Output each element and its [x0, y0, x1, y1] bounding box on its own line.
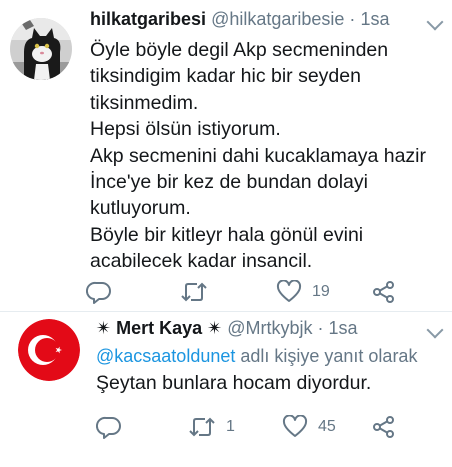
reply-context: @kacsaatoldunet adlı kişiye yanıt olarak	[96, 344, 417, 368]
caret-down-icon[interactable]	[426, 13, 444, 31]
tweet-text-line: Hepsi ölsün istiyorum.	[90, 118, 281, 141]
separator-dot: ·	[317, 318, 324, 338]
share-icon	[373, 416, 394, 438]
like-icon	[276, 280, 302, 302]
tweet-text-line: Akp secmenini dahi kucaklamaya hazir	[90, 144, 426, 167]
like-button[interactable]: 19	[276, 279, 330, 305]
share-button[interactable]	[372, 279, 396, 305]
tweet-1-header: hilkatgaribesi @hilkatgaribesie · 1sa	[90, 8, 389, 30]
tweet-2-header: ✴ Mert Kaya ✴ @Mrtkybjk · 1sa	[96, 317, 358, 339]
share-button[interactable]	[372, 414, 396, 440]
tweet-text-line: Şeytan bunlara hocam diyordur.	[96, 372, 372, 394]
display-name[interactable]: hilkatgaribesi	[90, 9, 206, 29]
avatar-turkish-flag[interactable]	[18, 319, 80, 381]
turkish-flag-avatar-icon	[18, 319, 80, 381]
tweet-text: Şeytan bunlara hocam diyordur.	[96, 370, 371, 396]
retweet-icon	[189, 417, 215, 437]
tweet-1[interactable]: hilkatgaribesi @hilkatgaribesie · 1sa Öy…	[0, 0, 452, 311]
caret-down-icon[interactable]	[426, 321, 444, 339]
like-count: 45	[318, 418, 336, 435]
tweet-text: Öyle böyle degil Akp secmeninden tiksind…	[90, 37, 426, 275]
retweet-button[interactable]	[180, 279, 218, 305]
retweet-button[interactable]: 1	[188, 414, 235, 440]
separator-dot: ·	[349, 9, 356, 29]
like-button[interactable]: 45	[282, 414, 336, 440]
retweet-count: 1	[226, 418, 235, 435]
reply-context-suffix: adlı kişiye yanıt olarak	[235, 346, 418, 366]
like-icon	[282, 415, 308, 437]
display-name[interactable]: ✴ Mert Kaya ✴	[96, 318, 222, 338]
tweet-1-actions: 19	[86, 279, 406, 305]
tweet-text-line: acabilecek kadar insancil.	[90, 250, 313, 273]
reply-button[interactable]	[86, 279, 122, 305]
tweet-text-line: İnce'ye bir kez de bundan dolayi	[90, 171, 368, 194]
tweet-text-line: Böyle bir kitleyr hala gönül evini	[90, 223, 364, 246]
timestamp[interactable]: 1sa	[329, 318, 358, 338]
user-handle[interactable]: @Mrtkybjk	[227, 318, 312, 338]
reply-icon	[86, 281, 111, 304]
timestamp[interactable]: 1sa	[360, 9, 389, 29]
tweet-text-line: tiksinmedim.	[90, 91, 199, 114]
avatar-cat[interactable]	[10, 18, 72, 80]
reply-icon	[96, 416, 121, 439]
mention-link[interactable]: @kacsaatoldunet	[96, 346, 235, 366]
tweet-2-actions: 1 45	[96, 414, 406, 440]
reply-button[interactable]	[96, 414, 132, 440]
tweet-text-line: kutluyorum.	[90, 197, 191, 220]
share-icon	[373, 281, 394, 303]
tweet-2[interactable]: ✴ Mert Kaya ✴ @Mrtkybjk · 1sa @kacsaatol…	[0, 311, 452, 467]
tweet-text-line: Öyle böyle degil Akp secmeninden	[90, 39, 389, 61]
retweet-icon	[181, 282, 207, 302]
tweet-text-line: tiksindigim kadar hic bir seyden	[90, 65, 361, 88]
cat-avatar-icon	[10, 18, 72, 80]
like-count: 19	[312, 283, 330, 300]
user-handle[interactable]: @hilkatgaribesie	[211, 9, 344, 29]
